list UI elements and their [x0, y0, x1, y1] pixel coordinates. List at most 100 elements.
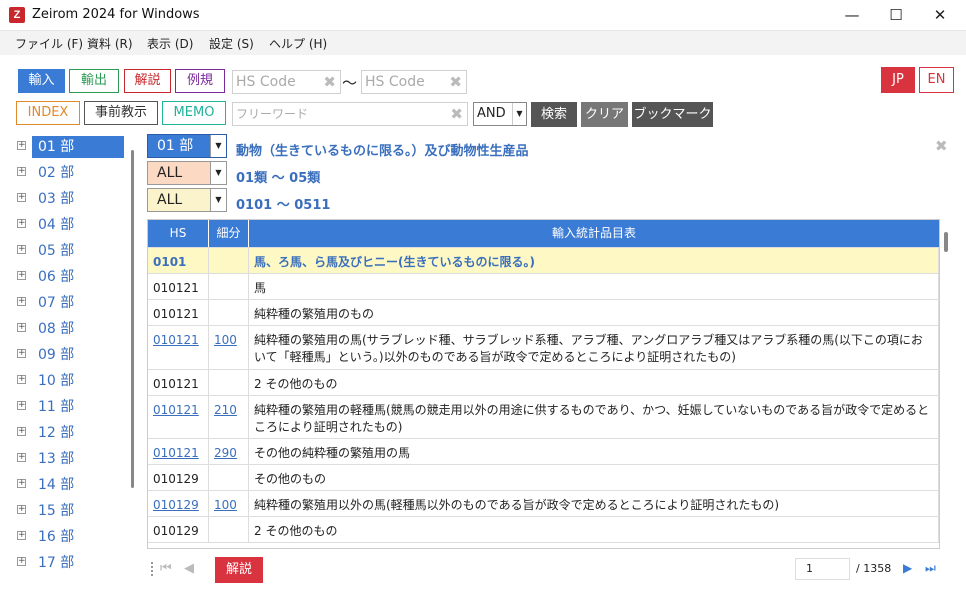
- minimize-button[interactable]: —: [829, 0, 875, 31]
- hs-link[interactable]: 010121: [153, 403, 199, 417]
- table-row[interactable]: 010121 馬: [148, 273, 939, 299]
- tree-item-section-17[interactable]: + 17 部: [0, 550, 141, 574]
- menu-help[interactable]: ヘルプ (H): [269, 35, 327, 52]
- table-row[interactable]: 010129 2 その他のもの: [148, 516, 939, 542]
- menu-file[interactable]: ファイル (F): [15, 35, 83, 52]
- heading-select[interactable]: ALL ▼: [147, 188, 227, 212]
- table-row[interactable]: 0101 馬、ろ馬、ら馬及びヒニー(生きているものに限る。): [148, 247, 939, 273]
- section-select[interactable]: 01 部 ▼: [147, 134, 227, 158]
- sub-link[interactable]: 100: [214, 333, 237, 347]
- import-button[interactable]: 輸入: [18, 69, 65, 93]
- menu-materials[interactable]: 資料 (R): [87, 35, 133, 52]
- expand-icon[interactable]: +: [17, 193, 26, 202]
- close-window-button[interactable]: ✕: [917, 0, 963, 31]
- memo-button[interactable]: MEMO: [162, 101, 226, 125]
- table-scrollbar[interactable]: [944, 232, 948, 252]
- sub-cell[interactable]: 100: [209, 491, 249, 516]
- header-description[interactable]: 輸入統計品目表: [249, 220, 939, 247]
- table-row[interactable]: 010121 2 その他のもの: [148, 369, 939, 395]
- expand-icon[interactable]: +: [17, 505, 26, 514]
- table-row[interactable]: 010121 純粋種の繁殖用のもの: [148, 299, 939, 325]
- search-button[interactable]: 検索: [531, 102, 577, 127]
- tree-item-section-05[interactable]: + 05 部: [0, 238, 141, 262]
- expand-icon[interactable]: +: [17, 141, 26, 150]
- menu-settings[interactable]: 設定 (S): [209, 35, 254, 52]
- clear-hs-from-icon[interactable]: ✖: [323, 74, 336, 90]
- prior-ruling-button[interactable]: 事前教示: [84, 101, 158, 125]
- export-button[interactable]: 輸出: [69, 69, 119, 93]
- sub-link[interactable]: 100: [214, 498, 237, 512]
- bookmark-button[interactable]: ブックマーク: [632, 102, 713, 127]
- header-hs[interactable]: HS: [148, 220, 209, 247]
- table-row[interactable]: 010121 100 純粋種の繁殖用の馬(サラブレッド種、サラブレッド系種、アラ…: [148, 325, 939, 369]
- hs-code-to-input[interactable]: HS Code ✖: [361, 70, 467, 94]
- first-page-icon[interactable]: ⏮: [160, 561, 172, 576]
- expand-icon[interactable]: +: [17, 245, 26, 254]
- expand-icon[interactable]: +: [17, 349, 26, 358]
- sub-cell[interactable]: 100: [209, 326, 249, 369]
- table-row[interactable]: 010121 290 その他の純粋種の繁殖用の馬: [148, 438, 939, 464]
- tree-item-section-07[interactable]: + 07 部: [0, 290, 141, 314]
- hs-link[interactable]: 010129: [153, 498, 199, 512]
- sub-link[interactable]: 290: [214, 446, 237, 460]
- rules-button[interactable]: 例規: [175, 69, 225, 93]
- tree-item-section-02[interactable]: + 02 部: [0, 160, 141, 184]
- tree-item-section-16[interactable]: + 16 部: [0, 524, 141, 548]
- hs-cell[interactable]: 010121: [148, 439, 209, 464]
- hs-cell[interactable]: 010129: [148, 491, 209, 516]
- table-row[interactable]: 010129 その他のもの: [148, 464, 939, 490]
- table-row[interactable]: 010129 100 純粋種の繁殖用以外の馬(軽種馬以外のものである旨が政令で定…: [148, 490, 939, 516]
- last-page-icon[interactable]: ⏭: [925, 561, 936, 576]
- header-sub[interactable]: 細分: [209, 220, 249, 247]
- next-page-icon[interactable]: ▶: [903, 561, 912, 575]
- menu-view[interactable]: 表示 (D): [147, 35, 193, 52]
- grip-handle[interactable]: [151, 562, 153, 576]
- footer-explanation-button[interactable]: 解説: [215, 557, 263, 583]
- language-en-button[interactable]: EN: [919, 67, 954, 93]
- language-jp-button[interactable]: JP: [881, 67, 915, 93]
- chapter-select[interactable]: ALL ▼: [147, 161, 227, 185]
- expand-icon[interactable]: +: [17, 323, 26, 332]
- tree-item-section-15[interactable]: + 15 部: [0, 498, 141, 522]
- hs-code-from-input[interactable]: HS Code ✖: [232, 70, 341, 94]
- hs-cell[interactable]: 010121: [148, 396, 209, 438]
- sub-cell[interactable]: 210: [209, 396, 249, 438]
- index-button[interactable]: INDEX: [16, 101, 80, 125]
- tree-item-section-03[interactable]: + 03 部: [0, 186, 141, 210]
- expand-icon[interactable]: +: [17, 531, 26, 540]
- tree-item-section-04[interactable]: + 04 部: [0, 212, 141, 236]
- clear-freeword-icon[interactable]: ✖: [450, 106, 463, 122]
- tree-scrollbar[interactable]: [131, 150, 134, 488]
- tree-item-section-14[interactable]: + 14 部: [0, 472, 141, 496]
- expand-icon[interactable]: +: [17, 557, 26, 566]
- clear-button[interactable]: クリア: [581, 102, 628, 127]
- table-row[interactable]: 010121 210 純粋種の繁殖用の軽種馬(競馬の競走用以外の用途に供するもの…: [148, 395, 939, 438]
- logic-select[interactable]: AND ▼: [473, 102, 527, 126]
- expand-icon[interactable]: +: [17, 271, 26, 280]
- expand-icon[interactable]: +: [17, 427, 26, 436]
- expand-icon[interactable]: +: [17, 479, 26, 488]
- hs-cell[interactable]: 010121: [148, 326, 209, 369]
- freeword-input[interactable]: フリーワード ✖: [232, 102, 468, 126]
- explanation-button[interactable]: 解説: [124, 69, 171, 93]
- expand-icon[interactable]: +: [17, 375, 26, 384]
- expand-icon[interactable]: +: [17, 297, 26, 306]
- maximize-button[interactable]: ☐: [873, 0, 919, 31]
- sub-cell[interactable]: 290: [209, 439, 249, 464]
- page-number-input[interactable]: 1: [795, 558, 850, 580]
- expand-icon[interactable]: +: [17, 453, 26, 462]
- tree-item-section-06[interactable]: + 06 部: [0, 264, 141, 288]
- tree-item-section-12[interactable]: + 12 部: [0, 420, 141, 444]
- close-filter-icon[interactable]: ✖: [935, 137, 948, 155]
- tree-item-section-10[interactable]: + 10 部: [0, 368, 141, 392]
- expand-icon[interactable]: +: [17, 401, 26, 410]
- tree-item-section-11[interactable]: + 11 部: [0, 394, 141, 418]
- expand-icon[interactable]: +: [17, 219, 26, 228]
- clear-hs-to-icon[interactable]: ✖: [449, 74, 462, 90]
- table-row-partial[interactable]: [148, 542, 939, 548]
- tree-item-section-08[interactable]: + 08 部: [0, 316, 141, 340]
- hs-link[interactable]: 010121: [153, 446, 199, 460]
- tree-item-section-01[interactable]: + 01 部: [0, 134, 141, 158]
- hs-link[interactable]: 010121: [153, 333, 199, 347]
- tree-item-section-13[interactable]: + 13 部: [0, 446, 141, 470]
